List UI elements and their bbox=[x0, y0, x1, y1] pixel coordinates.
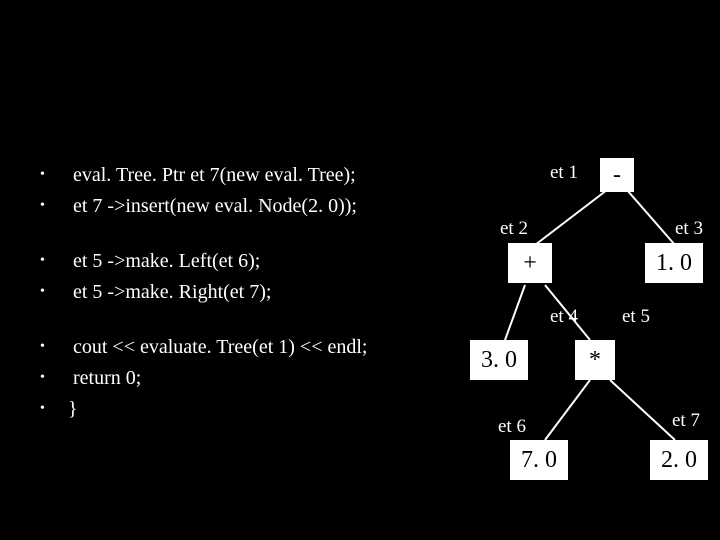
tree-node: 2. 0 bbox=[650, 440, 708, 480]
tree-label-et5: et 5 bbox=[622, 306, 650, 328]
tree-node: 7. 0 bbox=[510, 440, 568, 480]
tree-node: 1. 0 bbox=[645, 243, 703, 283]
tree-node: + bbox=[508, 243, 552, 283]
tree-node: 3. 0 bbox=[470, 340, 528, 380]
tree-node-root: - bbox=[600, 158, 634, 192]
slide: • eval. Tree. Ptr et 7(new eval. Tree); … bbox=[0, 0, 720, 540]
tree-label-et2: et 2 bbox=[500, 218, 528, 240]
tree-node: * bbox=[575, 340, 615, 380]
code-line: } bbox=[68, 394, 460, 425]
expression-tree: - et 1 + et 2 1. 0 et 3 3. 0 et 4 * et 5… bbox=[450, 140, 720, 520]
code-line: et 7 ->insert(new eval. Node(2. 0)); bbox=[68, 191, 460, 222]
code-line: return 0; bbox=[68, 363, 460, 394]
tree-label-et6: et 6 bbox=[498, 416, 526, 438]
tree-label-et4: et 4 bbox=[550, 306, 578, 328]
tree-label-et7: et 7 bbox=[672, 410, 700, 432]
code-block: • eval. Tree. Ptr et 7(new eval. Tree); … bbox=[40, 160, 460, 425]
code-line: et 5 ->make. Left(et 6); bbox=[68, 246, 460, 277]
code-line: et 5 ->make. Right(et 7); bbox=[68, 277, 460, 308]
tree-label-et1: et 1 bbox=[550, 162, 578, 184]
tree-label-et3: et 3 bbox=[675, 218, 703, 240]
code-line: cout << evaluate. Tree(et 1) << endl; bbox=[68, 332, 460, 363]
code-line: eval. Tree. Ptr et 7(new eval. Tree); bbox=[68, 160, 460, 191]
